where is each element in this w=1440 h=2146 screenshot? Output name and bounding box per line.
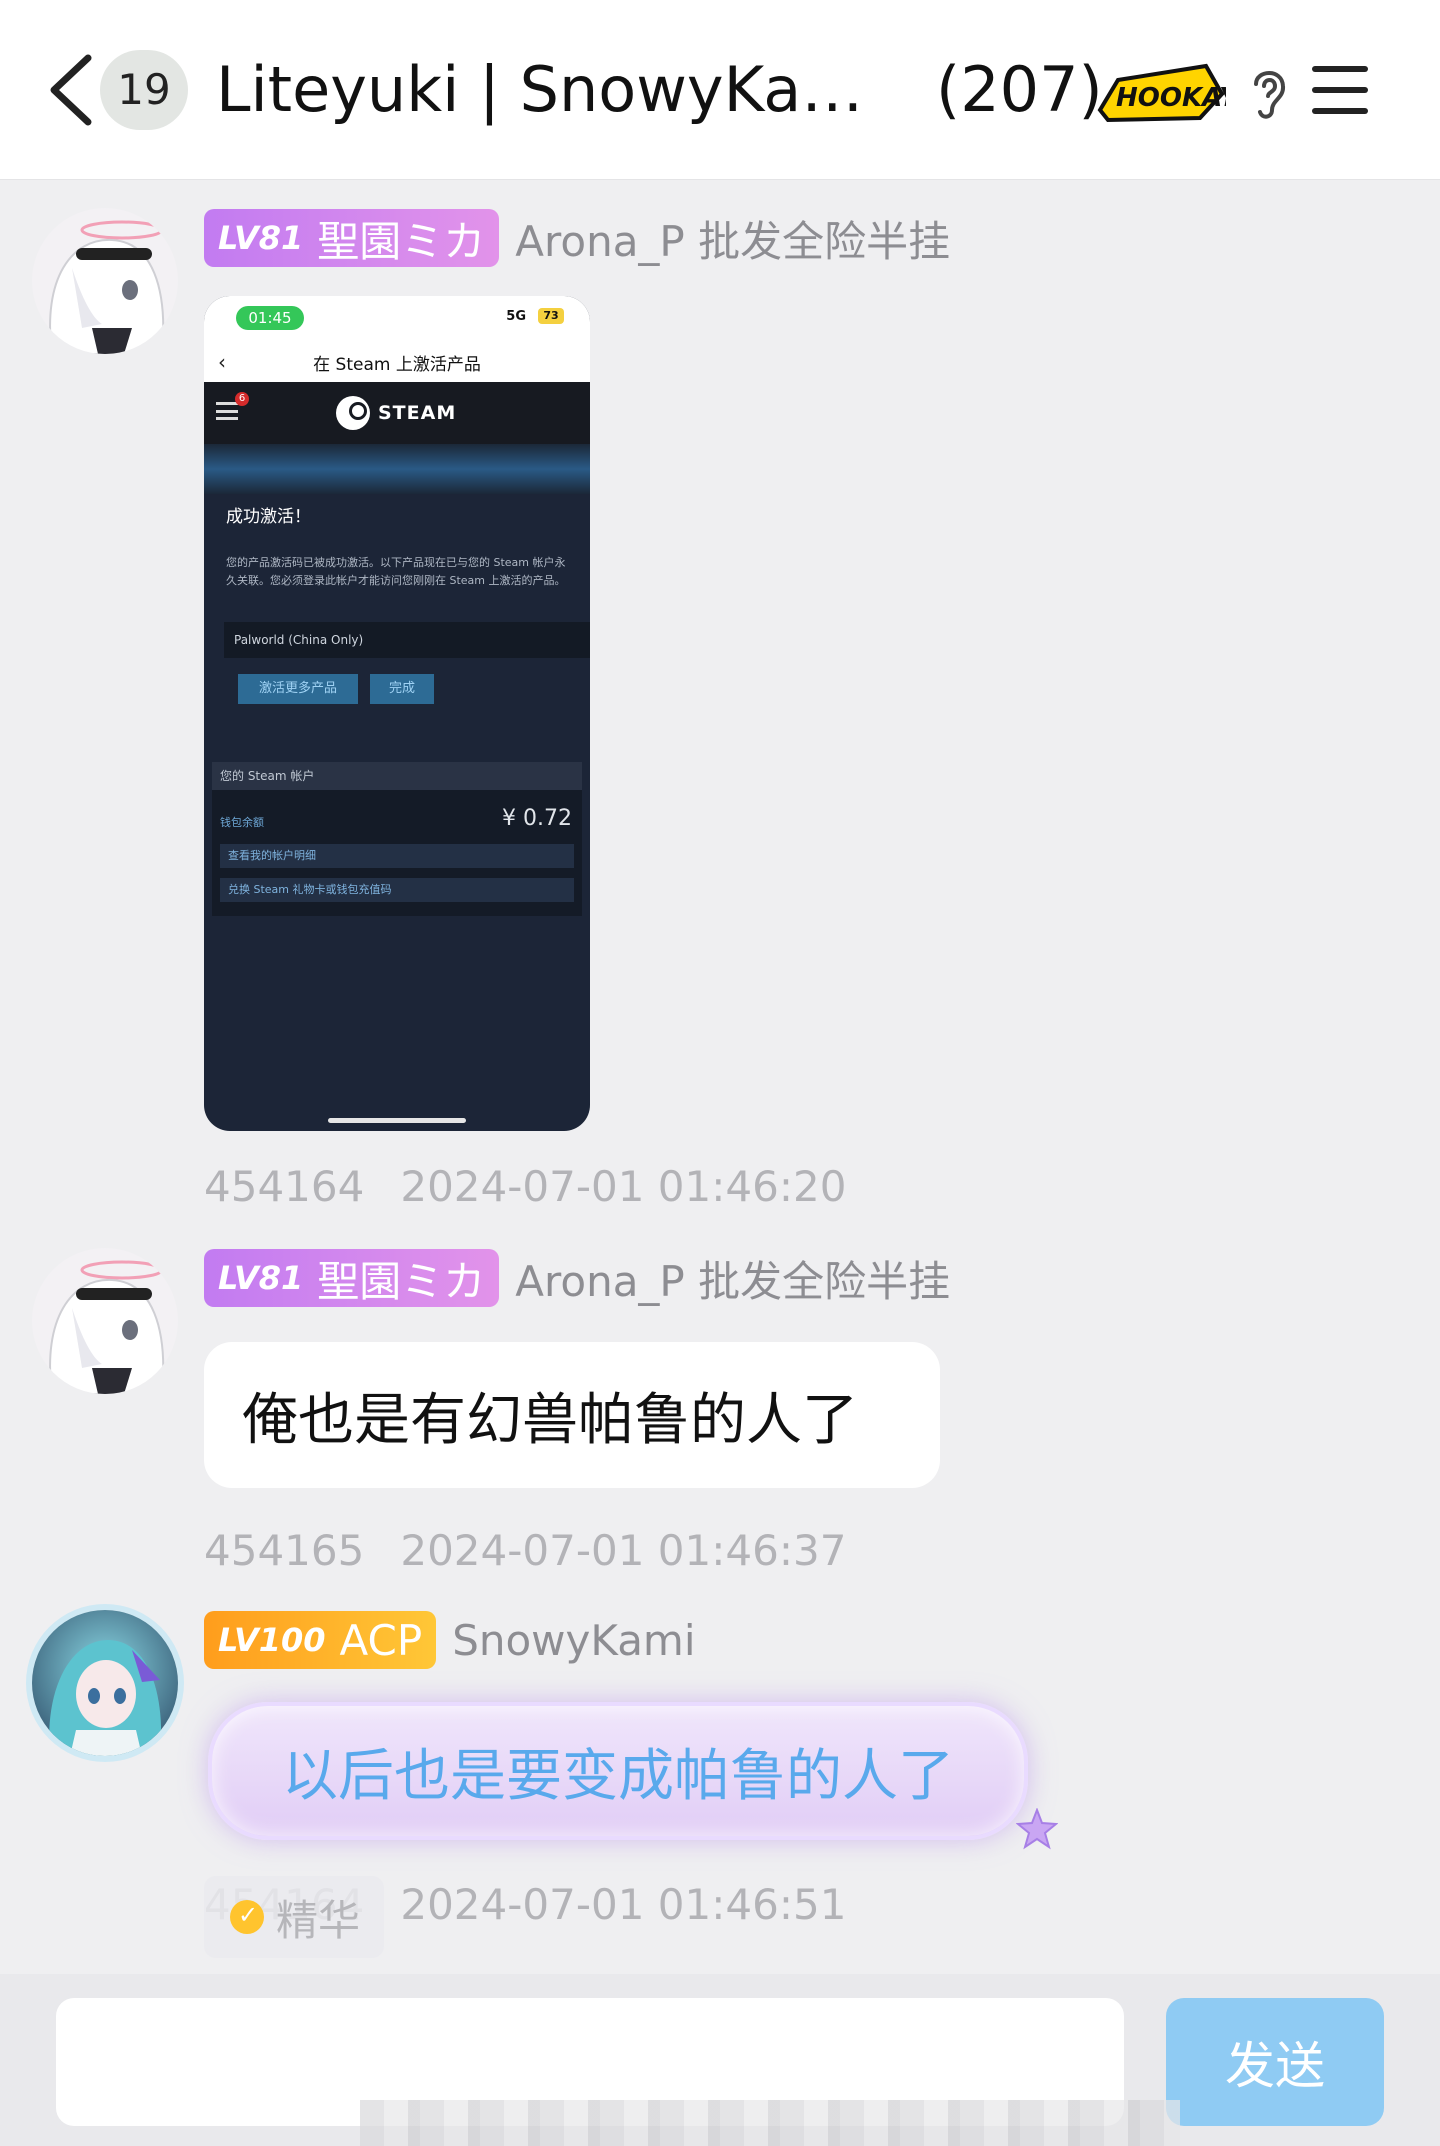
blurred-area	[360, 2100, 1180, 2146]
message-bubble[interactable]: 俺也是有幻兽帕鲁的人了	[204, 1342, 940, 1488]
hamburger-icon	[216, 402, 238, 420]
network-label: 5G	[506, 309, 526, 324]
level-badge: LV100 ACP	[204, 1611, 437, 1669]
notification-count: 6	[235, 392, 249, 406]
steam-logo-icon	[336, 396, 370, 430]
phone-nav-bar: ‹ 在 Steam 上激活产品	[204, 342, 590, 382]
essence-coin-icon	[230, 1900, 264, 1934]
message-time: 2024-07-01 01:46:51	[400, 1880, 847, 1929]
home-indicator	[328, 1118, 466, 1123]
message-meta: 454165 2024-07-01 01:46:37	[204, 1526, 846, 1575]
success-title: 成功激活！	[226, 507, 311, 527]
message-meta: 454164 2024-07-01 01:46:20	[204, 1162, 846, 1211]
done-button: 完成	[370, 674, 434, 704]
essence-tag[interactable]: 精华	[204, 1876, 384, 1958]
message-time: 2024-07-01 01:46:20	[400, 1162, 847, 1211]
steam-bar: 6 STEAM	[204, 382, 590, 444]
member-title: 聖園ミカ	[317, 1256, 486, 1306]
avatar[interactable]	[32, 208, 178, 354]
chat-title[interactable]: Liteyuki | SnowyKami |...	[216, 52, 916, 128]
level-label: LV100	[218, 1621, 326, 1659]
battery-level: 73	[538, 308, 564, 324]
member-count[interactable]: (207)	[936, 52, 1103, 128]
avatar[interactable]	[32, 1610, 178, 1756]
level-badge: LV81 聖園ミカ	[204, 1249, 500, 1307]
send-button[interactable]: 发送	[1166, 1998, 1384, 2126]
member-title: 聖園ミカ	[317, 216, 486, 266]
sender-name[interactable]: Arona_P 批发全险半挂	[515, 208, 950, 269]
message-id: 454164	[204, 1162, 365, 1211]
account-details-link: 查看我的帐户明细	[220, 844, 574, 868]
message-bubble-fancy[interactable]: 以后也是要变成帕鲁的人了	[208, 1702, 1028, 1840]
nav-title: 在 Steam 上激活产品	[313, 355, 481, 375]
activate-more-button: 激活更多产品	[238, 674, 358, 704]
header-glow	[204, 444, 590, 494]
level-badge: LV81 聖園ミカ	[204, 209, 500, 267]
svg-text:HOOKAY: HOOKAY	[1116, 83, 1226, 113]
level-label: LV81	[218, 219, 304, 257]
hookay-logo-icon: HOOKAY	[1097, 63, 1226, 123]
phone-status-bar: 01:45 5G 73	[204, 296, 590, 342]
sender-meta: LV81 聖園ミカ Arona_P 批发全险半挂	[204, 1248, 950, 1308]
sender-name[interactable]: Arona_P 批发全险半挂	[515, 1248, 950, 1309]
avatar[interactable]	[32, 1248, 178, 1394]
redeem-link: 兑换 Steam 礼物卡或钱包充值码	[220, 878, 574, 902]
chat-header: 19 Liteyuki | SnowyKami |... (207) HOOKA…	[0, 0, 1440, 180]
back-icon[interactable]	[44, 52, 100, 128]
steam-wordmark: STEAM	[378, 402, 457, 424]
sender-meta: LV81 聖園ミカ Arona_P 批发全险半挂	[204, 208, 950, 268]
essence-label: 精华	[276, 1895, 361, 1945]
status-time: 01:45	[236, 306, 304, 330]
message-id: 454165	[204, 1526, 365, 1575]
wallet-amount: ¥ 0.72	[502, 806, 572, 831]
success-body: 您的产品激活码已被成功激活。以下产品现在已与您的 Steam 帐户永久关联。您必…	[226, 556, 566, 587]
unread-count-badge[interactable]: 19	[100, 50, 188, 130]
wallet-label: 钱包余额	[220, 816, 264, 829]
message-time: 2024-07-01 01:46:37	[400, 1526, 847, 1575]
sender-name[interactable]: SnowyKami	[452, 1616, 695, 1665]
sender-meta: LV100 ACP SnowyKami	[204, 1610, 696, 1670]
member-title: ACP	[339, 1615, 423, 1665]
star-icon	[1016, 1808, 1058, 1850]
steam-logo: STEAM	[336, 396, 456, 430]
menu-icon[interactable]	[1310, 62, 1370, 118]
product-name: Palworld (China Only)	[224, 622, 590, 658]
account-header: 您的 Steam 帐户	[212, 762, 582, 790]
level-label: LV81	[218, 1259, 304, 1297]
ear-icon[interactable]	[1246, 62, 1292, 122]
steam-screenshot-image[interactable]: 01:45 5G 73 ‹ 在 Steam 上激活产品 6 STEAM 成功激活…	[204, 296, 590, 1131]
